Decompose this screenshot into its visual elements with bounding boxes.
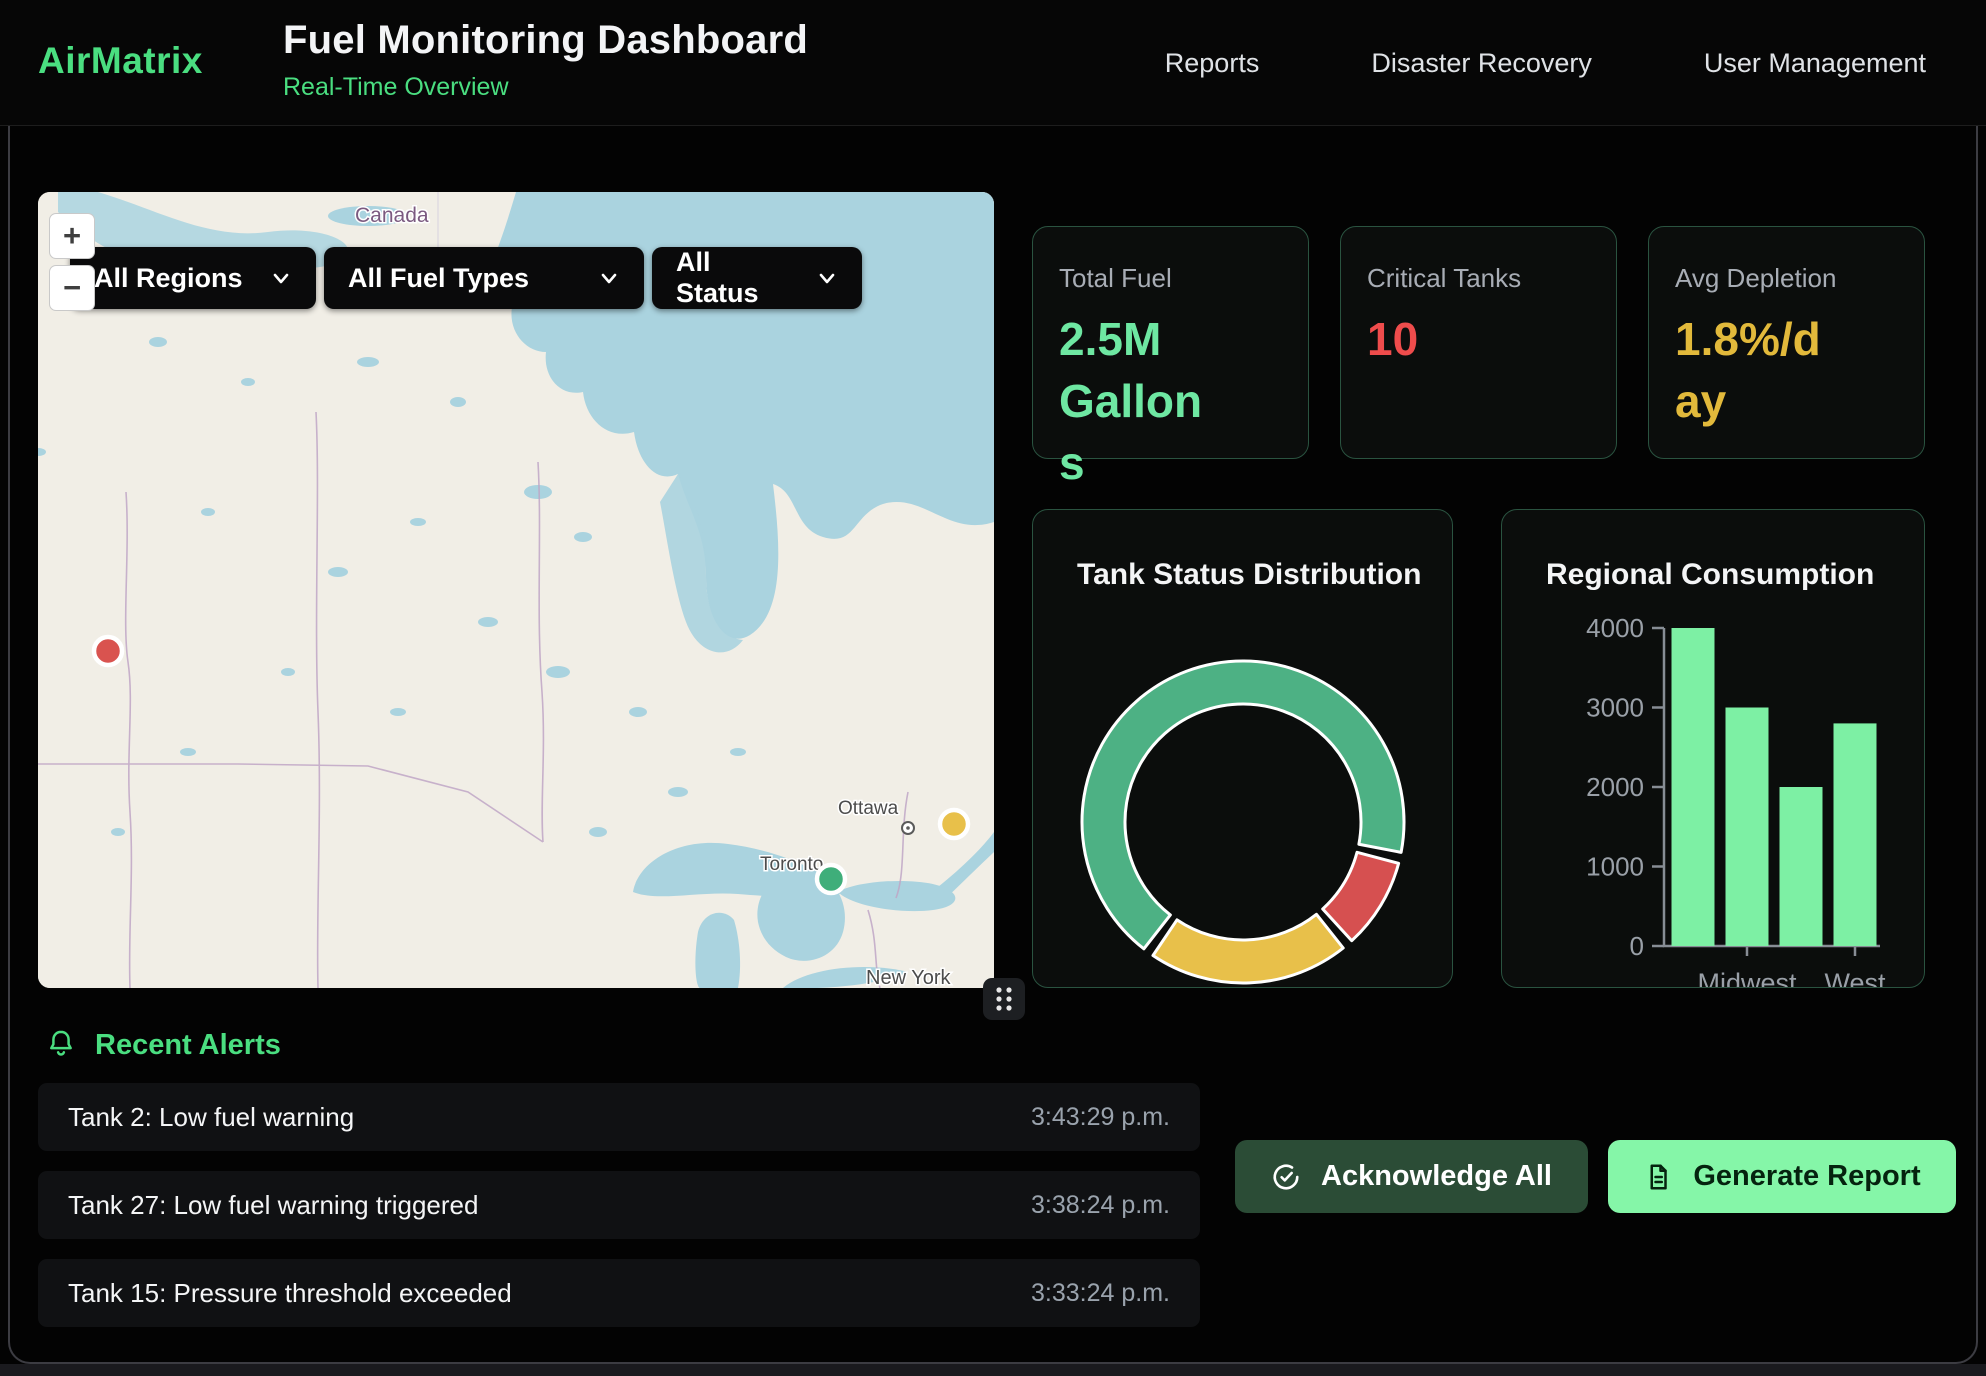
map-water-lake-michigan [695, 913, 740, 988]
donut-segment-2 [1153, 914, 1343, 983]
filter-regions-select[interactable]: All Regions [70, 247, 316, 309]
title-block: Fuel Monitoring Dashboard Real-Time Over… [283, 18, 808, 102]
main-nav: Reports Disaster Recovery User Managemen… [1165, 0, 1926, 126]
alert-row: Tank 27: Low fuel warning triggered 3:38… [38, 1171, 1200, 1239]
regional-consumption-bar-chart: Regional Consumption 0 1000 2000 3000 4000 Mi… [1502, 510, 1925, 988]
chart-title: Regional Consumption [1546, 558, 1874, 591]
donut-segment-1 [1323, 852, 1399, 940]
map-zoom-in-button[interactable]: + [49, 213, 95, 259]
nav-reports[interactable]: Reports [1165, 48, 1260, 79]
map-label-newyork: New York [866, 967, 951, 988]
filter-fueltypes-select[interactable]: All Fuel Types [324, 247, 644, 309]
dashboard-root: AirMatrix Fuel Monitoring Dashboard Real… [0, 0, 1986, 1376]
bell-icon [45, 1028, 77, 1062]
svg-text:4000: 4000 [1586, 613, 1644, 643]
brand-logo: AirMatrix [38, 40, 203, 82]
svg-text:0: 0 [1630, 931, 1644, 961]
alert-timestamp: 3:38:24 p.m. [1031, 1191, 1170, 1220]
bar-region-1 [1726, 708, 1769, 947]
filter-regions-value: All Regions [94, 263, 243, 294]
stat-label: Critical Tanks [1367, 263, 1590, 294]
filter-fueltypes-value: All Fuel Types [348, 263, 529, 294]
stat-card-critical-tanks: Critical Tanks 10 [1340, 226, 1617, 459]
alert-timestamp: 3:43:29 p.m. [1031, 1103, 1170, 1132]
svg-text:3000: 3000 [1586, 693, 1644, 723]
stat-label: Total Fuel [1059, 263, 1282, 294]
alert-message: Tank 27: Low fuel warning triggered [68, 1190, 478, 1221]
tank-status-donut-chart: Tank Status Distribution [1033, 510, 1453, 988]
svg-text:2000: 2000 [1586, 772, 1644, 802]
map-label-ottawa: Ottawa [838, 798, 899, 819]
stat-value: 1.8%/day [1675, 308, 1835, 432]
recent-alerts-title: Recent Alerts [95, 1029, 281, 1062]
tank-map[interactable]: Canada Ottawa Toronto New York [38, 192, 994, 988]
map-zoom-out-button[interactable]: − [49, 265, 95, 311]
bar-region-0 [1672, 628, 1715, 946]
tank-status-chart-card: Tank Status Distribution [1032, 509, 1453, 988]
generate-report-button[interactable]: Generate Report [1608, 1140, 1956, 1213]
stat-value: 10 [1367, 308, 1527, 370]
tank-marker-normal[interactable] [817, 865, 845, 893]
app-header: AirMatrix Fuel Monitoring Dashboard Real… [0, 0, 1986, 126]
acknowledge-all-button[interactable]: Acknowledge All [1235, 1140, 1588, 1213]
bottom-strip [0, 1364, 1986, 1376]
svg-text:1000: 1000 [1586, 852, 1644, 882]
filter-status-select[interactable]: All Status [652, 247, 862, 309]
bar-region-2 [1780, 787, 1823, 946]
bar-region-3 [1834, 723, 1877, 946]
stat-label: Avg Depletion [1675, 263, 1898, 294]
tank-marker-warning[interactable] [940, 810, 968, 838]
filter-status-value: All Status [676, 247, 790, 309]
bar-xtick-label: West [1824, 968, 1886, 988]
chevron-down-icon [270, 267, 292, 289]
bar-xtick-label: Midwest [1697, 968, 1797, 988]
generate-report-label: Generate Report [1693, 1160, 1920, 1193]
chevron-down-icon [598, 267, 620, 289]
stat-card-total-fuel: Total Fuel 2.5M Gallons [1032, 226, 1309, 459]
regional-consumption-chart-card: Regional Consumption 0 1000 2000 3000 4000 Mi… [1501, 509, 1925, 988]
map-label-toronto: Toronto [760, 854, 823, 875]
stats-row: Total Fuel 2.5M Gallons Critical Tanks 1… [1032, 226, 1925, 459]
recent-alerts-heading: Recent Alerts [45, 1028, 281, 1062]
tank-marker-critical[interactable] [94, 637, 122, 665]
page-subtitle: Real-Time Overview [283, 73, 808, 102]
alert-message: Tank 15: Pressure threshold exceeded [68, 1278, 512, 1309]
document-icon [1643, 1162, 1673, 1192]
page-title: Fuel Monitoring Dashboard [283, 18, 808, 63]
acknowledge-all-label: Acknowledge All [1321, 1160, 1552, 1193]
chart-title: Tank Status Distribution [1077, 558, 1421, 591]
nav-user-management[interactable]: User Management [1704, 48, 1926, 79]
resize-grip[interactable] [983, 978, 1025, 1020]
grip-dots-icon [991, 983, 1017, 1015]
map-label-country: Canada [355, 204, 429, 227]
chevron-down-icon [816, 267, 838, 289]
alert-row: Tank 15: Pressure threshold exceeded 3:3… [38, 1259, 1200, 1327]
alert-message: Tank 2: Low fuel warning [68, 1102, 354, 1133]
alert-row: Tank 2: Low fuel warning 3:43:29 p.m. [38, 1083, 1200, 1151]
check-circle-icon [1271, 1162, 1301, 1192]
nav-disaster-recovery[interactable]: Disaster Recovery [1371, 48, 1592, 79]
map-canvas: Canada Ottawa Toronto New York [38, 192, 994, 988]
stat-card-avg-depletion: Avg Depletion 1.8%/day [1648, 226, 1925, 459]
alert-timestamp: 3:33:24 p.m. [1031, 1279, 1170, 1308]
map-town-icon-dot [906, 826, 910, 830]
stat-value: 2.5M Gallons [1059, 308, 1219, 494]
